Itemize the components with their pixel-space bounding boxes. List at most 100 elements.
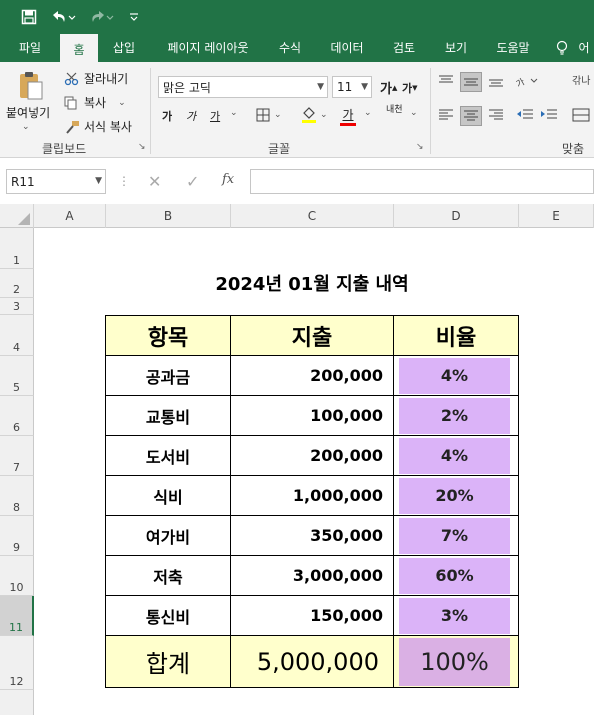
row-header-10[interactable]: 10 <box>0 556 34 596</box>
align-top-button[interactable] <box>438 74 454 88</box>
increase-indent-button[interactable] <box>540 108 558 122</box>
phonetic-chevron-down-icon[interactable]: ⌄ <box>410 108 418 118</box>
item-cell[interactable]: 여가비 <box>105 515 231 556</box>
row-header-3[interactable]: 3 <box>0 298 34 315</box>
ratio-cell[interactable]: 4% <box>393 355 519 396</box>
row-header-11[interactable]: 11 <box>0 596 34 636</box>
total-item-cell[interactable]: 합계 <box>105 635 231 688</box>
item-cell[interactable]: 저축 <box>105 555 231 596</box>
paste-chevron-down-icon[interactable]: ⌄ <box>22 122 30 132</box>
align-right-button[interactable] <box>488 108 504 122</box>
tab-formulas[interactable]: 수식 <box>270 34 310 62</box>
format-painter-button[interactable]: 서식 복사 <box>64 118 132 135</box>
column-header-b[interactable]: B <box>106 204 231 228</box>
total-ratio-cell[interactable]: 100% <box>393 635 519 688</box>
insert-function-icon[interactable]: fx <box>222 172 234 187</box>
font-color-button[interactable]: 가 <box>340 106 356 126</box>
ratio-cell[interactable]: 2% <box>393 395 519 436</box>
tab-file[interactable]: 파일 <box>8 34 52 62</box>
expense-cell[interactable]: 100,000 <box>230 395 394 436</box>
save-icon[interactable] <box>18 6 40 28</box>
align-center-button[interactable] <box>460 106 482 126</box>
cancel-entry-icon[interactable]: ✕ <box>148 172 161 191</box>
row-header-5[interactable]: 5 <box>0 356 34 396</box>
column-header-e[interactable]: E <box>519 204 594 228</box>
row-header-8[interactable]: 8 <box>0 476 34 516</box>
font-size-select[interactable]: 11 ▼ <box>332 76 372 98</box>
bold-button[interactable]: 가 <box>162 108 172 124</box>
tab-home[interactable]: 홈 <box>60 34 98 62</box>
redo-icon[interactable] <box>86 6 116 28</box>
name-box[interactable]: R11 ▼ <box>6 169 106 194</box>
expense-cell[interactable]: 200,000 <box>230 355 394 396</box>
header-cell-item[interactable]: 항목 <box>105 315 231 356</box>
expense-cell[interactable]: 150,000 <box>230 595 394 636</box>
font-dialog-launcher-icon[interactable]: ↘ <box>416 142 426 152</box>
expense-cell[interactable]: 200,000 <box>230 435 394 476</box>
italic-button[interactable]: 가 <box>186 108 196 124</box>
column-header-a[interactable]: A <box>34 204 106 228</box>
row-header-12[interactable]: 12 <box>0 636 34 690</box>
phonetic-button[interactable]: 내천 <box>386 106 403 115</box>
clipboard-paste-icon[interactable] <box>14 70 50 102</box>
ratio-cell[interactable]: 4% <box>393 435 519 476</box>
tab-view[interactable]: 보기 <box>436 34 476 62</box>
decrease-font-size-button[interactable]: 가 ▼ <box>402 80 418 96</box>
align-middle-button[interactable] <box>460 72 482 92</box>
lightbulb-icon[interactable] <box>552 34 572 62</box>
underline-button[interactable]: 가 <box>210 108 220 124</box>
expense-cell[interactable]: 3,000,000 <box>230 555 394 596</box>
expense-cell[interactable]: 1,000,000 <box>230 475 394 516</box>
customize-toolbar-icon[interactable] <box>126 6 142 28</box>
ratio-cell[interactable]: 7% <box>393 515 519 556</box>
wrap-text-button[interactable]: 갂나 <box>572 72 590 87</box>
header-cell-ratio[interactable]: 비율 <box>393 315 519 356</box>
row-header-7[interactable]: 7 <box>0 436 34 476</box>
font-name-select[interactable]: 맑은 고딕 ▼ <box>158 76 328 98</box>
tab-page-layout[interactable]: 페이지 레이아웃 <box>156 34 260 62</box>
clipboard-dialog-launcher-icon[interactable]: ↘ <box>138 142 148 152</box>
tab-insert[interactable]: 삽입 <box>104 34 144 62</box>
total-expense-cell[interactable]: 5,000,000 <box>230 635 394 688</box>
tab-help[interactable]: 도움말 <box>488 34 538 62</box>
ratio-cell[interactable]: 3% <box>393 595 519 636</box>
copy-button[interactable]: 복사 ⌄ <box>64 94 126 111</box>
copy-chevron-down-icon[interactable]: ⌄ <box>118 98 126 108</box>
expense-cell[interactable]: 350,000 <box>230 515 394 556</box>
fill-color-button[interactable]: ⌄ <box>300 106 328 124</box>
row-header-4[interactable]: 4 <box>0 315 34 356</box>
item-cell[interactable]: 도서비 <box>105 435 231 476</box>
column-header-c[interactable]: C <box>231 204 394 228</box>
borders-button[interactable]: ⌄ <box>256 108 282 122</box>
font-color-chevron-down-icon[interactable]: ⌄ <box>364 108 372 118</box>
row-header-6[interactable]: 6 <box>0 396 34 436</box>
confirm-entry-icon[interactable]: ✓ <box>186 172 199 191</box>
merge-center-button[interactable] <box>572 108 590 122</box>
cut-button[interactable]: 잘라내기 <box>64 70 128 87</box>
row-header-1[interactable]: 1 <box>0 228 34 269</box>
item-cell[interactable]: 공과금 <box>105 355 231 396</box>
select-all-corner[interactable] <box>0 204 34 228</box>
orientation-button[interactable]: 가 <box>516 74 538 88</box>
align-left-button[interactable] <box>438 108 454 122</box>
ratio-cell[interactable]: 20% <box>393 475 519 516</box>
header-cell-expense[interactable]: 지출 <box>230 315 394 356</box>
paste-button[interactable]: 붙여넣기 <box>6 104 50 121</box>
column-header-d[interactable]: D <box>394 204 519 228</box>
underline-chevron-down-icon[interactable]: ⌄ <box>230 108 238 118</box>
decrease-indent-button[interactable] <box>516 108 534 122</box>
increase-font-size-button[interactable]: 가 ▲ <box>380 78 397 97</box>
item-cell[interactable]: 식비 <box>105 475 231 516</box>
tab-tell-me[interactable]: 어 <box>574 34 594 62</box>
formula-input[interactable] <box>250 169 594 194</box>
undo-icon[interactable] <box>48 6 78 28</box>
align-bottom-button[interactable] <box>488 74 504 88</box>
item-cell[interactable]: 교통비 <box>105 395 231 436</box>
ratio-cell[interactable]: 60% <box>393 555 519 596</box>
row-header-9[interactable]: 9 <box>0 516 34 556</box>
item-cell[interactable]: 통신비 <box>105 595 231 636</box>
sheet-title-cell[interactable]: 2024년 01월 지출 내역 <box>106 270 518 296</box>
tab-review[interactable]: 검토 <box>384 34 424 62</box>
tab-data[interactable]: 데이터 <box>322 34 372 62</box>
row-header-2[interactable]: 2 <box>0 269 34 298</box>
